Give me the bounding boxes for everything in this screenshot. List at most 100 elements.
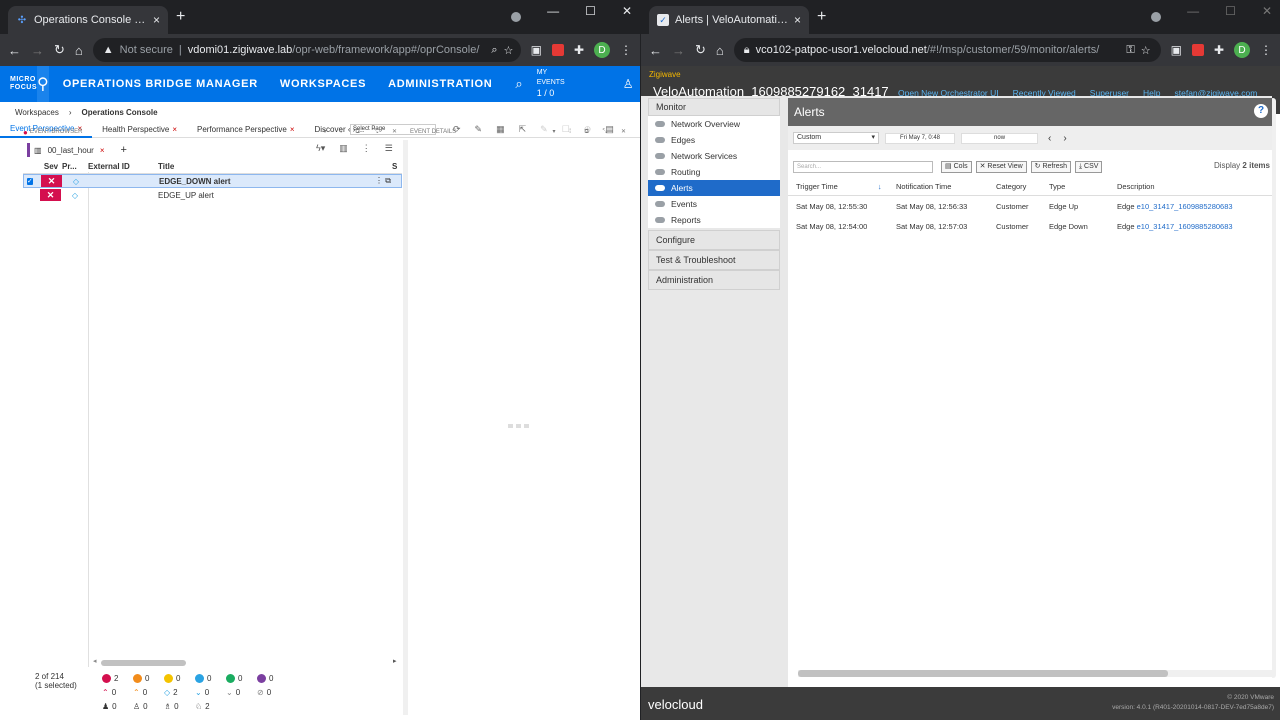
scroll-left-icon[interactable]: ◂ [93,657,97,665]
home-icon[interactable]: ⌂ [716,43,724,58]
sidebar-item-edges[interactable]: Edges [648,132,780,148]
close-window-icon[interactable]: ✕ [622,4,632,22]
forward-icon[interactable]: → [31,43,44,58]
reload-icon[interactable]: ↻ [54,42,65,58]
col-trigger-time[interactable]: Trigger Time ↓ [796,182,896,191]
col-external-id[interactable]: External ID [88,162,158,171]
back-icon[interactable]: ← [649,43,662,58]
horizontal-scrollbar[interactable] [798,670,1272,677]
row-actions-icon[interactable]: ⋮ ⧉ [375,176,401,186]
close-window-icon[interactable]: ✕ [1262,4,1272,22]
count-critical[interactable]: 2 [102,673,133,683]
url-input[interactable]: ▲ Not secure | vdomi01.zigiwave.lab/opr-… [92,38,521,62]
user-icon[interactable]: ♙ [623,77,634,91]
sidebar-configure[interactable]: Configure [648,230,780,250]
back-icon[interactable]: ← [8,43,21,58]
sidebar-test-troubleshoot[interactable]: Test & Troubleshoot [648,250,780,270]
count-major[interactable]: 0 [133,673,164,683]
count-priority-low[interactable]: ⌄ 0 [195,688,226,697]
browser-tab[interactable]: ✓ Alerts | VeloAutomation_160988 × [649,6,809,34]
sidebar-administration[interactable]: Administration [648,270,780,290]
refresh-button[interactable]: ↻ Refresh [1030,161,1071,173]
star-icon[interactable]: ☆ [504,44,514,57]
star-icon[interactable]: ☆ [1141,44,1151,57]
breadcrumb-workspaces[interactable]: Workspaces [15,108,59,117]
count-unknown[interactable]: 0 [257,673,288,683]
col-type[interactable]: Type [1049,182,1117,191]
csv-button[interactable]: ⤓ CSV [1075,161,1103,173]
edge-link[interactable]: e10_31417_1609885280683 [1137,202,1233,211]
count-assigned-others[interactable]: ♗ 0 [164,702,195,711]
chevron-right-icon[interactable]: › [1063,133,1066,144]
table-row[interactable]: Sat May 08, 12:55:30 Sat May 08, 12:56:3… [788,196,1272,216]
reload-icon[interactable]: ↻ [695,42,706,58]
profile-avatar[interactable]: D [594,42,610,58]
profile-dot-icon[interactable] [511,12,522,22]
new-tab-icon[interactable]: + [176,8,185,26]
my-events[interactable]: MY EVENTS 1 / 0 [523,68,565,100]
sidebar-item-alerts[interactable]: Alerts [648,180,780,196]
range-from-input[interactable]: Fri May 7, 0:48 [885,132,956,144]
col-description[interactable]: Description [1117,182,1272,191]
add-filter-icon[interactable]: + [121,144,127,156]
search-icon[interactable]: ⌕ [491,44,497,57]
close-filter-icon[interactable]: × [100,146,105,155]
forward-icon[interactable]: → [672,43,685,58]
puzzle-icon[interactable]: ✚ [1214,43,1224,57]
chevron-left-icon[interactable]: ‹ [1048,133,1051,144]
count-warning[interactable]: 0 [195,673,226,683]
reset-view-button[interactable]: ✕ Reset View [975,161,1027,173]
lightning-icon[interactable]: ϟ▾ [316,143,325,154]
count-normal[interactable]: 0 [226,673,257,683]
profile-avatar[interactable]: D [1234,42,1250,58]
count-priority-none[interactable]: ⊘ 0 [257,688,288,697]
columns-icon[interactable]: ▥ [339,143,348,154]
close-tab-icon[interactable]: × [794,13,801,27]
profile-dot-icon[interactable] [1151,12,1162,22]
scroll-right-icon[interactable]: ▸ [393,657,397,665]
col-notification-time[interactable]: Notification Time [896,182,996,191]
maximize-icon[interactable]: ☐ [585,4,596,22]
sidebar-item-routing[interactable]: Routing [648,164,780,180]
minimize-icon[interactable]: — [547,4,559,22]
checkbox-checked-icon[interactable]: ✓ [27,178,33,185]
home-icon[interactable]: ⌂ [75,43,83,58]
puzzle-icon[interactable]: ✚ [574,43,584,57]
maximize-icon[interactable]: ☐ [1225,4,1236,22]
edge-link[interactable]: e10_31417_1609885280683 [1137,222,1233,231]
sidebar-item-reports[interactable]: Reports [648,212,780,228]
range-to-input[interactable]: now [961,132,1039,144]
count-priority-high[interactable]: ⌃ 0 [133,688,164,697]
col-sev[interactable]: Sev [40,162,62,171]
col-priority[interactable]: Pr... [62,162,88,171]
col-s[interactable]: S [392,162,402,171]
col-category[interactable]: Category [996,182,1049,191]
sidebar-monitor[interactable]: Monitor [648,98,780,116]
search-icon[interactable]: ⌕ [515,76,522,92]
filter-tab[interactable]: ▥ 00_last_hour × + [27,143,127,157]
nav-administration[interactable]: ADMINISTRATION [377,78,503,90]
key-icon[interactable]: ⚿ [1126,44,1134,57]
col-title[interactable]: Title [158,162,392,171]
table-row[interactable]: ✓ ✕ ◇ EDGE_DOWN alert ⋮ ⧉ [23,174,402,188]
new-tab-icon[interactable]: + [817,8,826,26]
nav-workspaces[interactable]: WORKSPACES [269,78,377,90]
count-priority-medium[interactable]: ◇ 2 [164,688,195,697]
url-input[interactable]: 🔒︎ vco102-patpoc-usor1.velocloud.net/#!/… [733,38,1161,62]
horizontal-scrollbar[interactable] [101,660,186,666]
table-row[interactable]: Sat May 08, 12:54:00 Sat May 08, 12:57:0… [788,216,1272,236]
table-row[interactable]: ✕ ◇ EDGE_UP alert [23,188,402,202]
panel-controls-icon[interactable]: ▾ ⁞ ⧉ ⤡ ✕ [553,128,632,136]
sidebar-item-network-overview[interactable]: Network Overview [648,116,780,132]
count-assigned-group[interactable]: ♙ 0 [133,702,164,711]
search-input[interactable]: Search... [793,161,933,173]
more-icon[interactable]: ⋮ [362,143,371,154]
extension-icon[interactable]: ▣ [531,43,542,57]
count-priority-lowest[interactable]: ⌄ 0 [226,688,257,697]
count-unassigned[interactable]: ♘ 2 [195,702,226,711]
count-minor[interactable]: 0 [164,673,195,683]
extension-red-icon[interactable] [551,44,564,56]
menu-kebab-icon[interactable]: ⋮ [620,43,632,57]
cols-button[interactable]: ▤ Cols [941,161,972,173]
range-select[interactable]: Custom ▾ [793,132,879,144]
